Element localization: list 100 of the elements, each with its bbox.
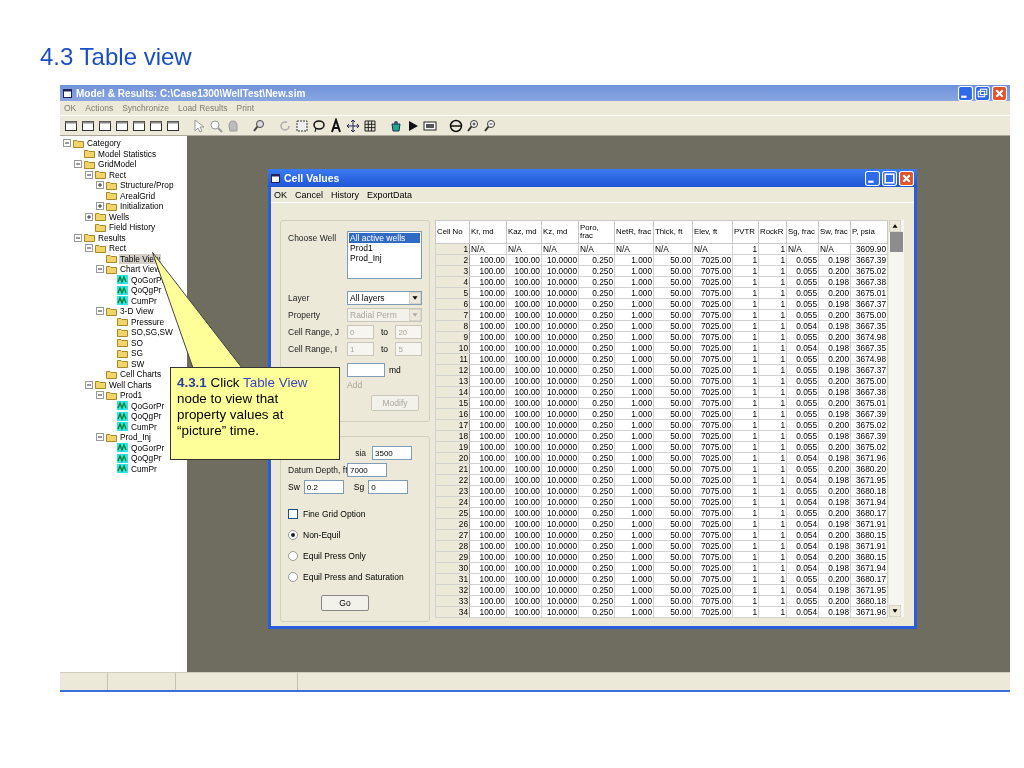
tree-item[interactable]: Wells [108, 211, 131, 222]
table-cell: 100.00 [506, 276, 542, 288]
tree-item[interactable]: Model Statistics [97, 148, 158, 159]
table-cell: 10.0000 [541, 606, 579, 618]
folder-icon [106, 264, 117, 274]
scroll-up-button[interactable] [889, 220, 901, 232]
menu-item[interactable]: ExportData [367, 189, 413, 200]
tree-item[interactable]: Structure/Prop [119, 180, 175, 191]
expand-icon[interactable] [96, 181, 104, 190]
collapse-icon[interactable] [74, 233, 82, 242]
collapse-icon[interactable] [96, 265, 104, 274]
radio-button[interactable] [288, 572, 298, 583]
expand-icon[interactable] [96, 202, 104, 211]
input-field[interactable]: 7000 [347, 463, 387, 477]
tree-item[interactable]: Results [97, 232, 127, 243]
maximize-button[interactable] [882, 170, 897, 186]
grid-icon[interactable] [362, 117, 378, 134]
table-cell: 0.054 [786, 342, 819, 354]
radio-button[interactable] [288, 530, 298, 541]
tree-item[interactable]: SO,SG,SW [130, 327, 174, 338]
tree-item[interactable]: Rect [108, 243, 128, 254]
tree-item[interactable]: Rect [108, 169, 128, 180]
table-cell: 1 [732, 540, 759, 552]
table-cell: 7075.00 [692, 375, 733, 387]
go-button[interactable]: Go [321, 595, 369, 611]
maximize-button[interactable] [975, 85, 990, 101]
row-header: 11 [435, 353, 470, 365]
magnifier-icon[interactable] [208, 117, 224, 134]
list-item[interactable]: Prod_Inj [349, 253, 420, 263]
input-field[interactable]: 0 [368, 480, 409, 494]
collapse-icon[interactable] [96, 391, 104, 400]
tree-item[interactable]: Prod_Inj [119, 432, 152, 443]
zoom-in-icon[interactable] [465, 117, 481, 134]
table-cell: 100.00 [469, 452, 507, 464]
radio-button[interactable] [288, 551, 298, 562]
table-cell: 100.00 [469, 397, 507, 409]
tree-item[interactable]: ArealGrid [119, 190, 157, 201]
collapse-icon[interactable] [85, 170, 93, 179]
tree-item[interactable]: Field History [108, 222, 157, 233]
table-cell: 0.250 [578, 408, 615, 420]
dropdown[interactable]: All layers [347, 291, 422, 305]
table-cell: 1 [732, 452, 759, 464]
collapse-icon[interactable] [74, 160, 82, 169]
tree-item[interactable]: SG [130, 348, 144, 359]
tree-item[interactable]: Prod1 [119, 390, 144, 401]
minimize-button[interactable] [865, 170, 880, 186]
collapse-icon[interactable] [85, 380, 93, 389]
letter-icon[interactable] [328, 117, 344, 134]
tree-item[interactable]: Cell Charts [119, 369, 163, 380]
tree-item[interactable]: SW [130, 358, 146, 369]
table-cell: 1.000 [614, 606, 654, 618]
close-button[interactable] [992, 85, 1007, 101]
table-cell: 0.198 [818, 518, 851, 530]
pointer-icon[interactable] [191, 117, 207, 134]
tree-item[interactable]: GridModel [97, 159, 138, 170]
tree-item[interactable]: QoQgPr [130, 285, 163, 296]
table-cell: 7075.00 [692, 287, 733, 299]
collapse-icon[interactable] [63, 139, 71, 148]
table-cell: 1 [732, 342, 759, 354]
menu-item[interactable]: OK [274, 189, 287, 200]
tree-item[interactable]: CumPr [130, 421, 158, 432]
menu-item[interactable]: History [331, 189, 360, 200]
table-cell: 10.0000 [541, 507, 579, 519]
list-item[interactable]: Prod1 [349, 243, 420, 253]
tree-item[interactable]: Category [86, 138, 122, 149]
scroll-thumb[interactable] [889, 232, 904, 252]
search-icon[interactable] [251, 117, 267, 134]
move-icon[interactable] [345, 117, 361, 134]
lasso-icon[interactable] [311, 117, 327, 134]
tree-item[interactable]: Pressure [130, 316, 166, 327]
tree-item[interactable]: CumPr [130, 463, 158, 474]
scroll-down-button[interactable] [889, 605, 901, 617]
circle-minus-icon[interactable] [448, 117, 464, 134]
collapse-icon[interactable] [96, 433, 104, 442]
tree-item[interactable]: QoQgPr [130, 453, 163, 464]
zoom-out-icon[interactable] [482, 117, 498, 134]
expand-icon[interactable] [85, 212, 93, 221]
list-item[interactable]: All active wells [349, 233, 420, 243]
tree-item[interactable]: Well Charts [108, 379, 153, 390]
tree-item[interactable]: QoGorPr [130, 442, 166, 453]
input-field[interactable]: 3500 [372, 446, 412, 460]
menu-item[interactable]: Cancel [295, 189, 324, 200]
chart-icon [117, 296, 128, 306]
new-value-field[interactable] [347, 363, 385, 377]
dropdown-arrow-icon[interactable] [409, 292, 421, 304]
checkbox[interactable] [288, 509, 298, 520]
close-button[interactable] [899, 170, 914, 186]
tree-item[interactable]: QoGorPr [130, 400, 166, 411]
table-cell: 0.055 [786, 419, 819, 431]
input-field[interactable]: 0.2 [303, 480, 344, 494]
tree-item[interactable]: Initialization [119, 201, 165, 212]
tree-item[interactable]: SO [130, 337, 144, 348]
table-cell: 0.250 [578, 540, 615, 552]
tree-item[interactable]: CumPr [130, 295, 158, 306]
collapse-icon[interactable] [85, 244, 93, 253]
unit-label: md [389, 365, 401, 375]
tree-item[interactable]: QoQgPr [130, 411, 163, 422]
minimize-button[interactable] [958, 85, 973, 101]
tree-item[interactable]: 3-D View [119, 306, 155, 317]
collapse-icon[interactable] [96, 307, 104, 316]
